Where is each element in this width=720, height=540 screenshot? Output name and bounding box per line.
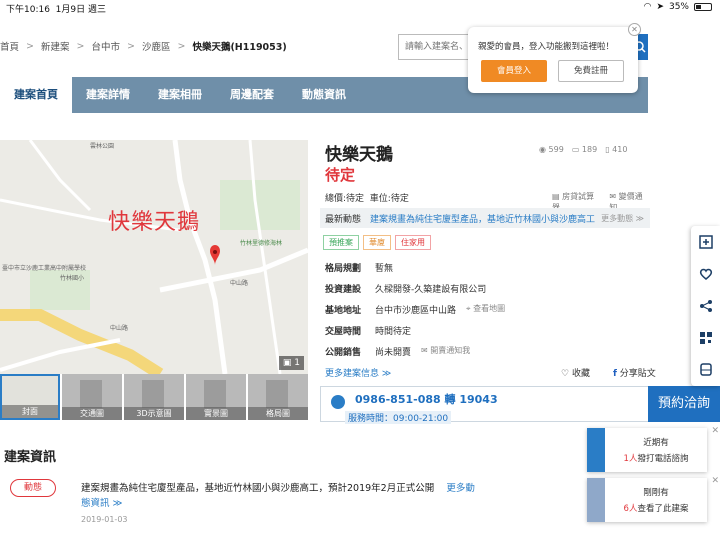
map-label: 雲林公園 [90,142,114,150]
tag-usage: 住家用 [395,235,431,250]
detail-developer: 投資建設 久樑開發-久築建設有限公司 [325,285,487,295]
tag-presale: 預推案 [323,235,359,250]
map-label: 竹林國小 [60,274,84,282]
project-name: 快樂天鵝 [325,145,393,165]
wifi-icon: ◠ [643,2,652,12]
view-map-link[interactable]: ⌖ 查看地圖 [466,303,505,316]
side-toolbar [691,226,720,386]
map-label: 臺中市立沙鹿工業高中附屬學校 [2,264,86,272]
mail-icon: ✉ [421,346,428,355]
status-bar: 下午10:16 1月9日 週三 ◠ ➤ 35% [0,0,720,15]
comment-icon: ▭ [571,145,580,154]
facebook-icon: f [613,369,617,379]
popup-close-icon[interactable]: ✕ [628,23,641,36]
map-label: 中山路 [230,279,248,287]
free-register-button[interactable]: 免費註冊 [558,60,624,82]
map-label: 竹林里德修海林 [240,239,282,247]
breadcrumb-home[interactable]: 首頁 [0,39,19,53]
latest-news-more[interactable]: 更多動態 ≫ [601,213,644,224]
tab-project-home[interactable]: 建案首頁 [0,77,72,113]
latest-news-bar: 最新動態 建案規畫為純住宅廈型產品，基地近竹林國小與沙鹿高工 更多動態 ≫ [320,208,650,228]
favorite-button[interactable]: ♡ 收藏 [561,366,590,379]
document-icon: ▯ [605,145,610,154]
bus-icon[interactable] [691,354,720,386]
views-count: ◉ 599 [539,145,564,154]
project-stats: ◉ 599 ▭ 189 ▯ 410 [539,145,627,154]
detail-delivery: 交屋時間 時間待定 [325,327,412,337]
battery-percent: 35% [668,2,689,12]
location-icon: ➤ [656,2,664,12]
map-roads: 雲林公園 竹林里德修海林 中山路 竹林國小 臺中市立沙鹿工業高中附屬學校 中山路 [0,140,308,374]
tab-project-details[interactable]: 建案詳情 [72,77,144,113]
reserve-inquiry-button[interactable]: 預約洽詢 [648,386,720,422]
thumb-real-photo[interactable]: 實景圖 [186,374,246,420]
latest-news-link[interactable]: 建案規畫為純住宅廈型產品，基地近竹林國小與沙鹿高工 [370,212,595,225]
breadcrumb-new-projects[interactable]: 新建案 [41,39,70,53]
breadcrumb-district[interactable]: 沙鹿區 [142,39,171,53]
detail-sales: 公開銷售 尚未開賣 ✉ 開賣通知我 [325,345,471,358]
detail-layout: 格局規劃 暫無 [325,264,394,274]
follows-count: ▯ 410 [605,145,628,154]
thumb-3d[interactable]: 3D示意圖 [124,374,184,420]
breadcrumb-city[interactable]: 台中市 [91,39,120,53]
photo-counter: ▣ 1 [278,356,304,370]
phone-icon [331,395,345,409]
add-icon[interactable] [691,226,720,258]
comments-count: ▭ 189 [571,145,598,154]
share-icon[interactable] [691,290,720,322]
phone-number[interactable]: 0986-851-088 轉 19043 [355,391,498,407]
recent-view-notice: 剛剛有 6人查看了此建案 ✕ [587,476,719,522]
thumb-traffic[interactable]: 交通圖 [62,374,122,420]
more-project-info-link[interactable]: 更多建案信息 ≫ [325,369,391,379]
thumbnail-strip: 封面 交通圖 3D示意圖 實景圖 格局圖 [0,374,308,420]
status-icons: ◠ ➤ 35% [644,2,712,12]
price-line: 總價:待定 車位:待定 [325,194,409,204]
breadcrumb-current: 快樂天鵝(H119053) [192,42,287,53]
close-icon[interactable]: ✕ [711,426,719,436]
news-text: 建案規畫為純住宅廈型產品，基地近竹林國小與沙鹿高工，預計2019年2月正式公開 … [81,483,475,509]
section-title: 建案資訊 [4,450,57,465]
recent-call-notice: 近期有 1人撥打電話諮詢 ✕ [587,426,719,472]
phone-contact-box: 0986-851-088 轉 19043 服務時間：09:00-21:00 [320,386,650,424]
tag-building-type: 華廈 [363,235,391,250]
heart-icon: ♡ [561,369,570,379]
eye-icon: ◉ [539,145,546,154]
phone-icon [587,428,605,472]
user-icon [587,478,605,522]
tab-surroundings[interactable]: 周邊配套 [216,77,288,113]
thumb-floor-plan[interactable]: 格局圖 [248,374,308,420]
breadcrumb: 首頁 > 新建案 > 台中市 > 沙鹿區 > 快樂天鵝(H119053) [0,39,287,54]
project-actions: 更多建案信息 ≫ ♡ 收藏 f 分享貼文 [325,366,660,379]
news-pill: 動態 [10,479,56,497]
project-map[interactable]: 雲林公園 竹林里德修海林 中山路 竹林國小 臺中市立沙鹿工業高中附屬學校 中山路… [0,140,308,374]
share-button[interactable]: f 分享貼文 [613,366,656,379]
heart-icon[interactable] [691,258,720,290]
tab-news[interactable]: 動態資訊 [288,77,360,113]
battery-icon [694,3,712,11]
member-login-button[interactable]: 會員登入 [481,60,547,82]
status-time: 下午10:16 1月9日 週三 [6,5,106,15]
pin-icon: ⌖ [466,304,471,313]
login-popup: 親愛的會員，登入功能搬到這裡啦！ 會員登入 免費註冊 ✕ [468,23,641,93]
popup-message: 親愛的會員，登入功能搬到這裡啦！ [478,42,615,52]
map-project-title: 快樂天鵝 [108,210,201,235]
service-hours: 服務時間：09:00-21:00 [345,411,452,424]
tab-project-album[interactable]: 建案相冊 [144,77,216,113]
detail-address: 基地地址 台中市沙鹿區中山路 ⌖ 查看地圖 [325,303,506,316]
sale-notify-link[interactable]: ✉ 開賣通知我 [421,345,470,358]
map-label: 中山路 [110,324,128,332]
close-icon[interactable]: ✕ [711,476,719,486]
price-status: 待定 [325,166,356,184]
qr-code-icon[interactable] [691,322,720,354]
project-tags: 預推案 華廈 住家用 [323,235,431,250]
thumb-cover[interactable]: 封面 [0,374,60,420]
news-date: 2019-01-03 [81,515,128,524]
latest-news-label: 最新動態 [325,215,362,225]
